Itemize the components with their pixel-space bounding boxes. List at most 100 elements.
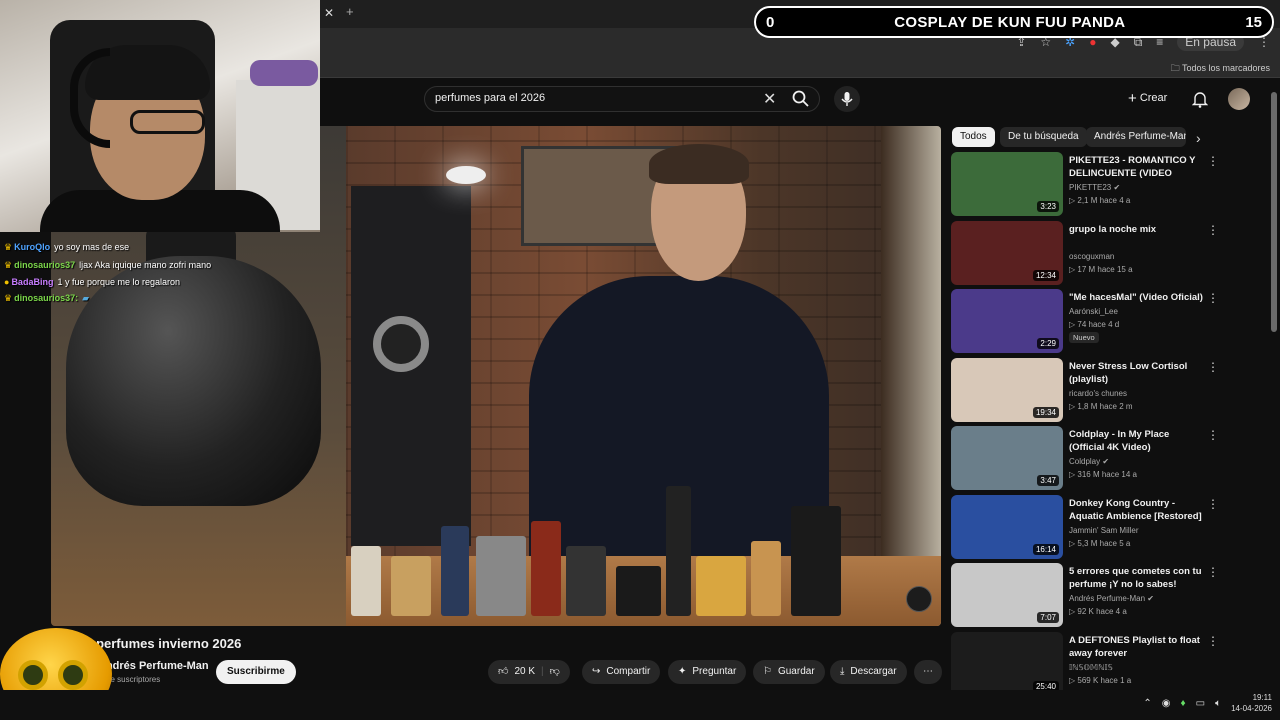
upload-age: hace 14 a [1101, 470, 1137, 479]
banner-left-count: 0 [766, 13, 775, 31]
more-options-icon[interactable]: ⋮ [1207, 634, 1219, 648]
channel-label: oscoguxman [1069, 251, 1115, 261]
video-duration: 3:23 [1037, 201, 1059, 212]
recommendation-title[interactable]: 5 errores que cometes con tu perfume ¡Y … [1069, 565, 1205, 591]
clock[interactable]: 19:11 14-04-2026 [1231, 692, 1272, 714]
recommendation-title[interactable]: PIKETTE23 - ROMANTICO Y DELINCUENTE (VID… [1069, 154, 1205, 180]
recommendation-channel[interactable]: Andrés Perfume-Man ✔ [1069, 594, 1154, 603]
recommendation-card[interactable]: 16:14 Donkey Kong Country - Aquatic Ambie… [951, 494, 1271, 561]
save-button[interactable]: ⚐ Guardar [753, 660, 825, 684]
chevron-right-icon[interactable]: › [1196, 130, 1201, 146]
chat-text: yo soy mas de ese [54, 242, 130, 252]
channel-name[interactable]: Andrés Perfume-Man [98, 660, 209, 672]
video-thumbnail[interactable]: 25:40 [951, 631, 1063, 696]
more-actions-button[interactable]: ⋯ [914, 660, 942, 684]
recommendation-title[interactable]: A DEFTONES Playlist to float away foreve… [1069, 634, 1205, 660]
chat-message: ♛ dinosaurios37 ljax Aka iquique mano zofr… [4, 260, 211, 271]
discord-icon[interactable]: ◉ [1162, 698, 1171, 709]
ask-button[interactable]: ✦ Preguntar [668, 660, 747, 684]
recommendation-channel[interactable]: Coldplay ✔ [1069, 457, 1109, 466]
chip-from-search[interactable]: De tu búsqueda [1000, 127, 1087, 147]
more-options-icon[interactable]: ⋮ [1207, 154, 1219, 168]
badge-icon: ● [4, 277, 10, 287]
view-count: 5,3 M [1077, 538, 1098, 548]
more-options-icon[interactable]: ⋮ [1207, 223, 1219, 237]
recommendation-channel[interactable]: oscoguxman [1069, 252, 1114, 261]
video-duration: 19:34 [1032, 406, 1059, 418]
chat-user: dinosaurios37 [14, 260, 76, 270]
all-bookmarks-button[interactable]: 🗀 Todos los marcadores [1171, 61, 1270, 77]
search-box[interactable]: perfumes para el 2026 ✕ [424, 86, 820, 112]
tray-chevron-icon[interactable]: ⌃ [1143, 698, 1151, 709]
microphone-icon[interactable] [834, 86, 860, 112]
like-count: 20 K [514, 666, 536, 677]
subscribe-button[interactable]: Suscribirme [216, 660, 296, 684]
recommendation-title[interactable]: grupo la noche mix [1069, 223, 1205, 236]
thumbs-down-icon[interactable]: 👎︎ [550, 660, 560, 684]
search-icon[interactable] [791, 89, 817, 109]
new-tab-icon[interactable]: + [346, 5, 360, 19]
video-thumbnail[interactable]: 16:14 [951, 494, 1063, 559]
recommendation-title[interactable]: Coldplay - In My Place (Official 4K Vide… [1069, 428, 1205, 454]
bookmarks-bar: 🗀 Todos los marcadores [320, 56, 1280, 78]
recommendation-channel[interactable]: ricardo's chunes [1069, 389, 1127, 398]
recommendation-card[interactable]: 12:34 grupo la noche mix oscoguxman ▷ 17 M … [951, 220, 1271, 287]
search-input[interactable]: perfumes para el 2026 [435, 92, 545, 104]
channel-label: Andrés Perfume-Man [1069, 594, 1146, 603]
subscriber-count: de suscriptores [106, 675, 161, 684]
recommendation-title[interactable]: "Me hacesMal" (Video Oficial) [1069, 291, 1205, 304]
upload-age: hace 2 m [1099, 401, 1133, 411]
recommendation-card[interactable]: 3:23 PIKETTE23 - ROMANTICO Y DELINCUENTE … [951, 152, 1271, 218]
recommendation-card[interactable]: 3:47 Coldplay - In My Place (Official 4K … [951, 426, 1271, 492]
notifications-bell-icon[interactable] [1191, 90, 1209, 113]
chip-channel[interactable]: Andrés Perfume-Man [1086, 127, 1186, 147]
more-options-icon[interactable]: ⋮ [1207, 360, 1219, 374]
video-thumbnail[interactable]: 3:47 [951, 426, 1063, 490]
share-button[interactable]: ↪ Compartir [582, 660, 661, 684]
more-options-icon[interactable]: ⋮ [1207, 428, 1219, 442]
recommendation-channel[interactable]: 𝕀ℕ𝕊𝕆𝕄ℕ𝕀𝕊 [1069, 663, 1113, 672]
recommendation-channel[interactable]: PIKETTE23 ✔ [1069, 183, 1120, 192]
video-duration: 7:07 [1037, 612, 1059, 623]
recommendation-card[interactable]: 2:29 "Me hacesMal" (Video Oficial) Aarónsk… [951, 289, 1271, 355]
view-count: 569 K [1077, 675, 1099, 685]
recommendation-card[interactable]: 25:40 A DEFTONES Playlist to float away f… [951, 631, 1271, 698]
recommendation-channel[interactable]: Aarónski_Lee [1069, 307, 1118, 316]
video-duration: 3:47 [1037, 475, 1059, 486]
emote-icon: ▰ [82, 293, 90, 303]
channel-label: PIKETTE23 [1069, 183, 1112, 192]
account-avatar[interactable] [1228, 88, 1250, 110]
video-thumbnail[interactable]: 12:34 [951, 220, 1063, 285]
video-duration: 12:34 [1032, 269, 1059, 281]
download-icon: ⤓ [840, 666, 845, 677]
channel-watermark-icon[interactable] [906, 586, 932, 612]
recommendation-channel[interactable]: Jammin' Sam Miller [1069, 526, 1139, 535]
more-options-icon[interactable]: ⋮ [1207, 497, 1219, 511]
download-button[interactable]: ⤓ Descargar [830, 660, 907, 684]
recommendation-title[interactable]: Never Stress Low Cortisol (playlist) [1069, 360, 1205, 386]
recommendation-card[interactable]: 19:34 Never Stress Low Cortisol (playlist… [951, 357, 1271, 424]
more-options-icon[interactable]: ⋮ [1207, 291, 1219, 305]
crown-badge-icon: ♛ [4, 242, 13, 252]
view-count: 74 [1077, 320, 1087, 329]
more-options-icon[interactable]: ⋮ [1207, 565, 1219, 579]
scrollbar[interactable] [1271, 92, 1277, 332]
create-button[interactable]: + Crear [1128, 90, 1167, 107]
clear-search-icon[interactable]: ✕ [763, 89, 776, 109]
chat-message: ♛ dinosaurios37: ▰ [4, 293, 89, 304]
presenter-hair [649, 144, 749, 184]
recommendation-title[interactable]: Donkey Kong Country - Aquatic Ambience [… [1069, 497, 1205, 523]
speaker-icon[interactable]: 🔈︎ [1215, 698, 1221, 709]
chip-all[interactable]: Todos [952, 127, 995, 147]
right-light [881, 126, 941, 626]
chat-text: ljax Aka iquique mano zofri mano [79, 260, 212, 270]
video-thumbnail[interactable]: 2:29 [951, 289, 1063, 353]
video-thumbnail[interactable]: 19:34 [951, 357, 1063, 422]
mic-tray-icon[interactable]: ♦ [1181, 698, 1186, 709]
recommendation-card[interactable]: 7:07 5 errores que cometes con tu perfume… [951, 563, 1271, 629]
like-button[interactable]: 👍︎ 20 K | 👎︎ [488, 660, 570, 684]
video-thumbnail[interactable]: 7:07 [951, 563, 1063, 627]
network-icon[interactable]: ▭ [1196, 698, 1205, 709]
video-thumbnail[interactable]: 3:23 [951, 152, 1063, 216]
close-tab-icon[interactable]: ✕ [322, 6, 336, 20]
